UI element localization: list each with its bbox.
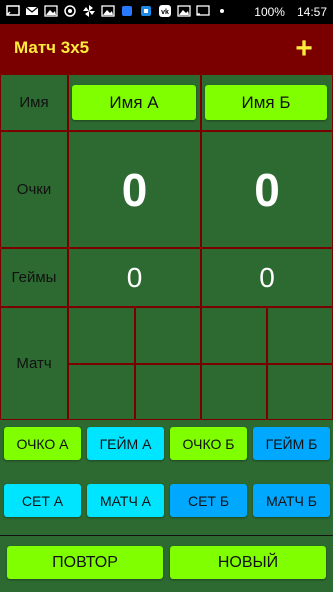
match-set-cell xyxy=(68,364,135,420)
more-icon xyxy=(220,9,224,13)
player-b-points: 0 xyxy=(201,131,333,248)
image-icon-3 xyxy=(177,5,191,17)
match-set-cell xyxy=(135,307,201,364)
row-label-games: Геймы xyxy=(0,248,68,307)
row-label-name: Имя xyxy=(0,74,68,131)
new-button[interactable]: НОВЫЙ xyxy=(170,546,326,579)
battery-level: 100% xyxy=(254,5,285,19)
system-icons: 100% 14:57 xyxy=(242,4,327,20)
player-a-games: 0 xyxy=(68,248,201,307)
match-b-button[interactable]: МАТЧ Б xyxy=(253,484,330,517)
point-a-button[interactable]: ОЧКО А xyxy=(4,427,81,460)
notification-icons: vk xyxy=(6,4,229,18)
pinwheel-icon xyxy=(83,5,95,17)
clock: 14:57 xyxy=(296,5,327,19)
score-grid: Имя Имя А Имя Б Очки 0 0 Геймы 0 0 Матч xyxy=(0,74,333,420)
set-b-button[interactable]: СЕТ Б xyxy=(170,484,247,517)
status-bar: vk 100% 14:57 xyxy=(0,0,333,24)
row-label-points: Очки xyxy=(0,131,68,248)
add-button[interactable]: + xyxy=(287,32,321,66)
set-a-button[interactable]: СЕТ А xyxy=(4,484,81,517)
cast-icon xyxy=(196,5,210,16)
page-title: Матч 3х5 xyxy=(14,38,90,57)
mail-icon xyxy=(25,6,39,15)
player-b-name-button[interactable]: Имя Б xyxy=(205,85,327,120)
divider xyxy=(0,535,333,536)
settings-icon xyxy=(64,5,76,17)
match-set-cell xyxy=(267,307,333,364)
game-b-button[interactable]: ГЕЙМ Б xyxy=(253,427,330,460)
game-a-button[interactable]: ГЕЙМ А xyxy=(87,427,164,460)
app-icon xyxy=(122,6,132,16)
player-b-games: 0 xyxy=(201,248,333,307)
repeat-button[interactable]: ПОВТОР xyxy=(7,546,163,579)
image-icon-2 xyxy=(101,5,115,17)
svg-text:vk: vk xyxy=(161,9,169,16)
vk-icon: vk xyxy=(159,5,171,17)
match-a-button[interactable]: МАТЧ А xyxy=(87,484,164,517)
row-label-match: Матч xyxy=(0,307,68,420)
match-set-cell xyxy=(135,364,201,420)
app-icon-2 xyxy=(141,6,151,16)
player-a-name-button[interactable]: Имя А xyxy=(72,85,196,120)
match-set-cell xyxy=(267,364,333,420)
message-icon xyxy=(6,5,20,16)
point-b-button[interactable]: ОЧКО Б xyxy=(170,427,247,460)
match-set-cell xyxy=(201,364,267,420)
image-icon xyxy=(44,5,58,17)
match-set-cell xyxy=(201,307,267,364)
app-bar: Матч 3х5 + xyxy=(0,24,333,74)
player-a-points: 0 xyxy=(68,131,201,248)
match-set-cell xyxy=(68,307,135,364)
action-panel: ОЧКО А ГЕЙМ А ОЧКО Б ГЕЙМ Б СЕТ А МАТЧ А… xyxy=(0,420,333,592)
